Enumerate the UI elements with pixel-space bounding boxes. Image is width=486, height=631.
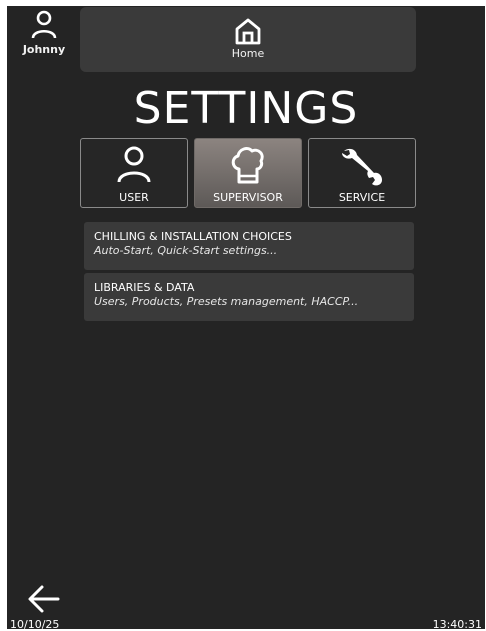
back-arrow-icon xyxy=(28,585,60,613)
tab-service[interactable]: SERVICE xyxy=(308,138,416,208)
settings-screen: Johnny Home SETTINGS USER SUPERVISOR SER… xyxy=(7,6,485,631)
menu-item-chilling-installation[interactable]: CHILLING & INSTALLATION CHOICES Auto-Sta… xyxy=(84,222,414,270)
menu-item-title: LIBRARIES & DATA xyxy=(94,281,195,294)
current-user[interactable]: Johnny xyxy=(20,10,68,56)
home-icon xyxy=(235,18,261,45)
menu-item-libraries-data[interactable]: LIBRARIES & DATA Users, Products, Preset… xyxy=(84,273,414,321)
menu-item-title: CHILLING & INSTALLATION CHOICES xyxy=(94,230,292,243)
tab-user-label: USER xyxy=(119,191,149,204)
tab-supervisor-label: SUPERVISOR xyxy=(213,191,283,204)
home-label: Home xyxy=(231,47,265,60)
user-name: Johnny xyxy=(22,43,66,56)
user-icon xyxy=(31,10,57,39)
tab-user[interactable]: USER xyxy=(80,138,188,208)
time-display: 13:40:31 xyxy=(432,618,482,631)
menu-item-subtitle: Auto-Start, Quick-Start settings... xyxy=(94,244,278,257)
home-button[interactable]: Home xyxy=(80,7,416,72)
user-icon xyxy=(117,146,151,183)
tab-supervisor[interactable]: SUPERVISOR xyxy=(194,138,302,208)
back-button[interactable] xyxy=(27,584,61,614)
date-display: 10/10/25 xyxy=(10,618,60,631)
tab-service-label: SERVICE xyxy=(338,191,386,204)
chef-hat-icon xyxy=(231,147,264,184)
menu-item-subtitle: Users, Products, Presets management, HAC… xyxy=(94,295,359,308)
page-title: SETTINGS xyxy=(133,83,359,134)
wrench-icon xyxy=(342,148,382,186)
